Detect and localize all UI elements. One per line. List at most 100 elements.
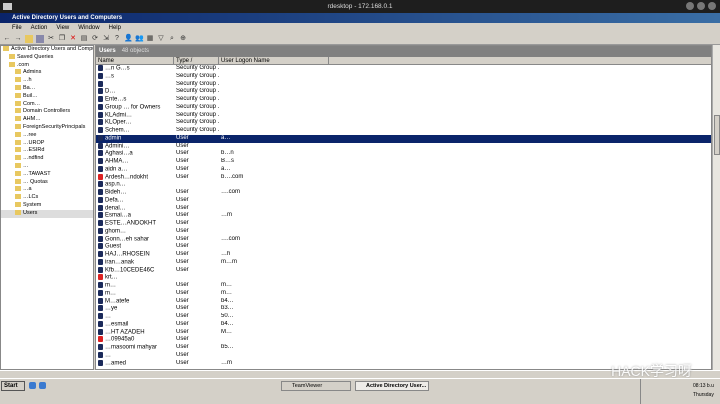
cell-type: User [176,320,189,327]
scroll-thumb[interactable] [714,115,720,155]
tree-item[interactable]: Active Directory Users and Computers [1,46,93,54]
vertical-scrollbar[interactable] [712,45,720,370]
tree-item[interactable]: …ndfind [1,155,93,163]
table-row[interactable]: Group … for Owners Security Group ... [96,103,711,112]
copy-icon[interactable]: ❐ [58,35,66,43]
table-row[interactable]: Ente…s Security Group ... [96,96,711,104]
table-row[interactable]: Defa… User [96,196,711,205]
ie-icon[interactable] [39,382,46,389]
table-row[interactable]: m… User m… [96,289,711,298]
tree-item[interactable]: .com [1,62,93,70]
tree-item[interactable]: … Quotas [1,179,93,187]
cell-name: …esmail [105,321,129,328]
tree-item[interactable]: AHM… [1,116,93,124]
column-name[interactable]: Name [96,57,174,64]
tree-item[interactable]: …TAWAST [1,171,93,179]
tree-item[interactable]: Users [1,209,93,218]
tree-item[interactable]: Admins [1,69,93,77]
table-row[interactable]: denal… User [96,204,711,213]
new-group-icon[interactable]: 👥 [135,35,144,43]
delete-icon[interactable]: ✕ [69,35,77,43]
table-row[interactable]: …09945a0 User [96,336,711,344]
table-row[interactable]: ESTE…ANDOKHT User [96,220,711,228]
tree-item[interactable]: ForeignSecurityPrincipals [1,124,93,132]
table-row[interactable]: iran…anak User m…m [96,258,711,267]
table-row[interactable]: ghom… User [96,227,711,236]
up-folder-icon[interactable] [25,34,33,43]
taskbar-aduc[interactable]: Active Directory User... [355,381,429,391]
tree-item[interactable]: …h [1,77,93,85]
table-row[interactable]: aidn a… User a… [96,165,711,174]
table-row[interactable]: Kfb…10CEDE46C User [96,266,711,275]
maximize-button[interactable] [697,2,705,10]
table-row[interactable]: HAJ…RHOSEIN User …h [96,251,711,259]
table-row[interactable]: krt… [96,274,711,282]
table-row[interactable]: Esmai…a User …m [96,212,711,220]
new-ou-icon[interactable]: ▦ [146,35,154,43]
tree-item[interactable]: Saved Queries [1,54,93,62]
table-row[interactable]: … User 50… [96,313,711,321]
table-row[interactable]: … User [96,351,711,360]
column-logon[interactable]: User Logon Name [219,57,329,64]
tree-item[interactable]: …UROP [1,140,93,148]
user-icon [98,328,103,335]
cell-type: User [176,282,189,288]
menu-help[interactable]: Help [109,23,121,33]
table-row[interactable]: …HT AZADEH User M… [96,328,711,337]
help-icon[interactable]: ? [113,35,121,43]
tree-item[interactable]: … [1,163,93,171]
table-row[interactable]: admin User a… [96,134,711,143]
taskbar-teamviewer[interactable]: TeamViewer [281,381,351,391]
properties-icon[interactable]: ▤ [80,35,88,43]
tree-item[interactable]: Domain Controllers [1,108,93,116]
forward-icon[interactable]: → [14,35,22,43]
export-icon[interactable]: ⇲ [102,35,110,43]
table-row[interactable]: …n G…s Security Group ... [96,65,711,73]
cell-logon [219,143,329,151]
table-row[interactable]: asp.n… [96,181,711,189]
menu-window[interactable]: Window [78,23,99,33]
table-row[interactable]: Gonn…eh sahar User ….com [96,235,711,244]
table-row[interactable]: D… Security Group ... [96,88,711,96]
tree-item[interactable]: Buil… [1,93,93,101]
add-to-group-icon[interactable]: ⊕ [179,35,187,43]
column-type[interactable]: Type / [174,57,219,64]
tree-item[interactable]: Com… [1,101,93,109]
find-icon[interactable]: ⌕ [168,35,176,43]
menu-file[interactable]: File [12,23,22,33]
refresh-icon[interactable]: ⟳ [91,35,99,43]
table-row[interactable]: AHMA… User B…s [96,158,711,166]
tree-item[interactable]: …ree [1,132,93,140]
table-row[interactable]: Ardesh…ndokht User b….com [96,173,711,182]
menu-view[interactable]: View [56,23,69,33]
table-row[interactable]: Admini… User [96,142,711,151]
table-row[interactable]: Guest User [96,243,711,251]
table-row[interactable]: Security Group ... [96,80,711,89]
back-icon[interactable]: ← [3,35,11,43]
minimize-button[interactable] [686,2,694,10]
cut-icon[interactable]: ✂ [47,35,55,43]
table-row[interactable]: …s Security Group ... [96,72,711,81]
tree-item[interactable]: …ESIRd [1,147,93,155]
table-row[interactable]: Bideh… User ….com [96,189,711,197]
table-row[interactable]: Schem… Security Group ... [96,127,711,135]
table-row[interactable]: M…atefe User b4… [96,297,711,306]
tree-item[interactable]: Ba… [1,85,93,93]
table-row[interactable]: KLAdmi… Security Group ... [96,111,711,120]
table-row[interactable]: …esmail User b4… [96,320,711,329]
table-row[interactable]: …ye User b3… [96,305,711,313]
tree-item[interactable]: …a [1,186,93,194]
close-button[interactable] [708,2,716,10]
table-row[interactable]: KLOper… Security Group ... [96,119,711,127]
filter-icon[interactable]: ▽ [157,35,165,43]
table-row[interactable]: Aghasi…a User b…n [96,150,711,158]
tree-item[interactable]: System [1,202,93,210]
table-row[interactable]: …masoomi mahyar User b5… [96,344,711,352]
tree-item[interactable]: …LCs [1,194,93,202]
table-row[interactable]: m… User m… [96,282,711,290]
show-desktop-icon[interactable] [29,382,36,389]
menu-action[interactable]: Action [31,23,48,33]
show-tree-icon[interactable] [36,34,44,43]
start-button[interactable]: Start [1,381,25,391]
new-user-icon[interactable]: 👤 [124,35,133,43]
